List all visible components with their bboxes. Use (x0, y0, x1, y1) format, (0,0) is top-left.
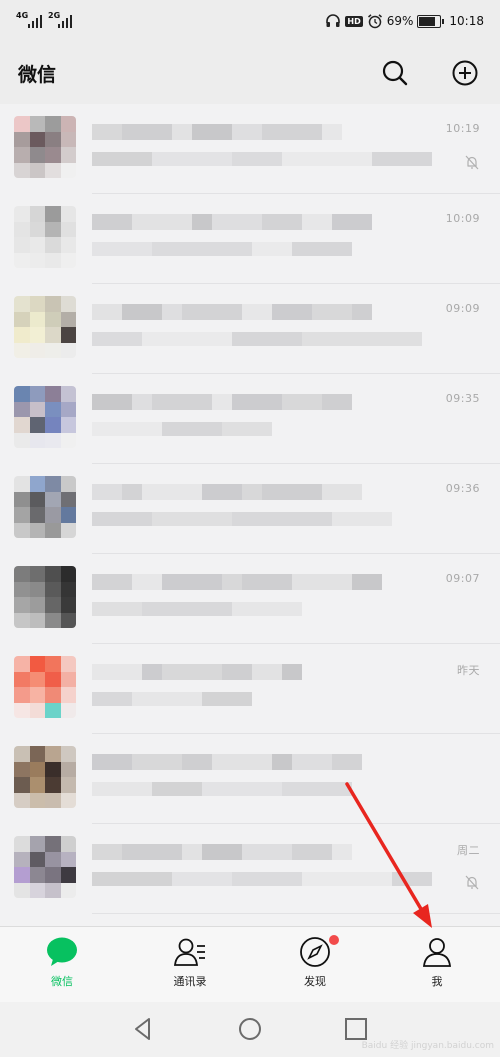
hd-icon: HD (345, 15, 363, 27)
chat-list[interactable]: 10:19 10:09 09:09 09:35 09:36 09:07 昨天周二 (0, 104, 500, 926)
back-icon[interactable] (130, 1016, 156, 1042)
message-preview-blurred (92, 152, 432, 166)
contact-name-blurred (92, 394, 352, 410)
mute-bell-icon (465, 155, 479, 170)
tab-me[interactable]: 我 (397, 935, 477, 995)
tab-label: 微信 (51, 975, 73, 988)
chat-time: 09:35 (445, 392, 480, 405)
contact-name-blurred (92, 484, 362, 500)
battery-icon (417, 14, 445, 28)
message-preview-blurred (92, 872, 432, 886)
headphones-icon (326, 14, 341, 27)
sim2-signal-icon (58, 14, 74, 28)
mute-bell-icon (465, 875, 479, 890)
chat-list-item[interactable] (0, 734, 500, 824)
message-preview-blurred (92, 692, 252, 706)
chat-time: 10:09 (445, 212, 480, 225)
chat-time: 10:19 (445, 122, 480, 135)
chat-list-item[interactable]: 10:09 (0, 194, 500, 284)
battery-percent: 69% (386, 14, 414, 28)
chat-list-item[interactable]: 周二 (0, 824, 500, 914)
message-preview-blurred (92, 422, 272, 436)
tab-label: 我 (431, 975, 443, 988)
message-preview-blurred (92, 242, 352, 256)
chat-list-item[interactable]: 昨天 (0, 644, 500, 734)
chat-list-item[interactable]: 09:35 (0, 374, 500, 464)
divider (92, 913, 500, 914)
sim1-network-label: 4G (16, 11, 29, 20)
tab-contacts[interactable]: 通讯录 (150, 935, 230, 995)
chat-time: 周二 (457, 844, 480, 857)
status-right: HD 69% 10:18 (325, 11, 484, 31)
chat-time: 09:07 (445, 572, 480, 585)
message-preview-blurred (92, 512, 392, 526)
status-time: 10:18 (449, 14, 484, 28)
avatar (14, 476, 76, 538)
add-icon[interactable] (450, 58, 480, 88)
tab-wechat[interactable]: 微信 (22, 935, 102, 995)
contact-name-blurred (92, 844, 352, 860)
message-preview-blurred (92, 602, 302, 616)
chat-time: 09:09 (445, 302, 480, 315)
sim1-signal-icon (28, 14, 44, 28)
discover-badge (329, 935, 339, 945)
watermark: Baidu 经验 jingyan.baidu.com (361, 1041, 494, 1051)
chat-list-item[interactable]: 09:07 (0, 554, 500, 644)
chat-bubble-icon (47, 937, 77, 966)
message-preview-blurred (92, 782, 352, 796)
alarm-icon (367, 14, 382, 29)
home-icon[interactable] (237, 1016, 263, 1042)
contact-name-blurred (92, 754, 362, 770)
avatar (14, 566, 76, 628)
system-nav-bar: Baidu 经验 jingyan.baidu.com (0, 1002, 500, 1057)
avatar (14, 386, 76, 448)
chat-list-item[interactable]: 10:19 (0, 104, 500, 194)
avatar (14, 656, 76, 718)
chat-time: 09:36 (445, 482, 480, 495)
tab-label: 通讯录 (173, 975, 207, 988)
compass-icon (300, 937, 330, 967)
contacts-icon (173, 938, 205, 966)
app-header: 微信 (0, 42, 500, 104)
tab-label: 发现 (304, 975, 326, 988)
page-title: 微信 (18, 64, 57, 86)
chat-list-item[interactable]: 09:36 (0, 464, 500, 554)
avatar (14, 116, 76, 178)
avatar (14, 836, 76, 898)
avatar (14, 206, 76, 268)
contact-name-blurred (92, 214, 372, 230)
contact-name-blurred (92, 664, 302, 680)
contact-name-blurred (92, 574, 382, 590)
contact-name-blurred (92, 124, 342, 140)
status-bar: 4G 2G HD 69% 10:18 (0, 0, 500, 42)
person-icon (422, 938, 452, 967)
tab-discover[interactable]: 发现 (275, 935, 355, 995)
avatar (14, 746, 76, 808)
contact-name-blurred (92, 304, 372, 320)
message-preview-blurred (92, 332, 422, 346)
tab-bar: 微信 通讯录 发现 我 (0, 926, 500, 1003)
chat-time: 昨天 (457, 664, 480, 677)
chat-list-item[interactable]: 09:09 (0, 284, 500, 374)
avatar (14, 296, 76, 358)
search-icon[interactable] (380, 58, 410, 88)
